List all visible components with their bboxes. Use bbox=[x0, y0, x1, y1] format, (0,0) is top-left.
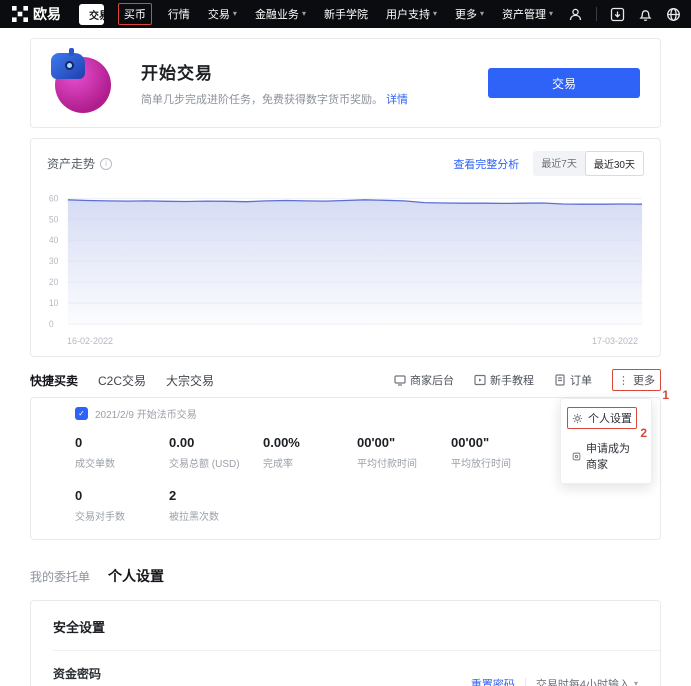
stat-avg-payment-time: 00'00"平均付款时间 bbox=[357, 435, 451, 470]
trade-tabs-row: 快捷买卖 C2C交易 大宗交易 商家后台 新手教程 订单 ⋮ 更多 1 bbox=[30, 369, 661, 391]
user-icon[interactable] bbox=[568, 7, 583, 22]
tab-my-orders[interactable]: 我的委托单 bbox=[30, 568, 90, 585]
svg-text:10: 10 bbox=[49, 298, 59, 308]
badge-icon: ✓ bbox=[75, 407, 88, 420]
info-icon[interactable]: i bbox=[100, 158, 112, 170]
annotation-step-1: 1 bbox=[662, 388, 669, 402]
mascot-illustration bbox=[51, 51, 115, 115]
okx-logo-icon bbox=[12, 6, 28, 22]
divider bbox=[596, 7, 597, 21]
orders-button[interactable]: 订单 bbox=[554, 372, 592, 388]
stat-times-blocked: 2被拉黑次数 bbox=[169, 488, 263, 523]
nav-item-trade[interactable]: 交易▾ bbox=[206, 4, 239, 24]
range-toggle: 最近7天 最近30天 bbox=[533, 151, 644, 176]
gear-icon bbox=[572, 413, 583, 424]
okx-logo[interactable]: 欧易 bbox=[12, 4, 61, 24]
security-settings-card: 安全设置 资金密码 用于法币交易时的安全验证 重置密码 交易时每4小时输入 ▾ bbox=[30, 600, 661, 686]
fiat-trading-since: 2021/2/9 开始法币交易 bbox=[95, 406, 197, 421]
start-trading-subtitle: 简单几步完成进阶任务，免费获得数字货币奖励。 详情 bbox=[141, 91, 408, 107]
start-trading-card: 开始交易 简单几步完成进阶任务，免费获得数字货币奖励。 详情 交易 bbox=[30, 38, 661, 128]
start-trading-title: 开始交易 bbox=[141, 59, 408, 84]
merchant-icon bbox=[572, 451, 581, 462]
nav-item-finance[interactable]: 金融业务▾ bbox=[253, 4, 308, 24]
download-app-icon[interactable] bbox=[610, 7, 625, 22]
tutorial-play-icon bbox=[474, 374, 486, 386]
svg-text:30: 30 bbox=[49, 256, 59, 266]
svg-text:40: 40 bbox=[49, 235, 59, 245]
stat-completed-orders: 0成交单数 bbox=[75, 435, 169, 470]
top-nav: 欧易 交易所 MetaX 买币 行情 交易▾ 金融业务▾ 新手学院 用户支持▾ … bbox=[0, 0, 691, 28]
nav-item-buy-crypto[interactable]: 买币 bbox=[118, 3, 152, 25]
globe-icon[interactable] bbox=[666, 7, 681, 22]
range-7d-button[interactable]: 最近7天 bbox=[533, 151, 585, 176]
settings-section-tabs: 我的委托单 个人设置 bbox=[30, 566, 661, 586]
order-document-icon bbox=[554, 374, 566, 386]
trade-button[interactable]: 交易 bbox=[488, 68, 640, 98]
security-settings-title: 安全设置 bbox=[53, 617, 638, 636]
tab-express-trade[interactable]: 快捷买卖 bbox=[30, 372, 78, 389]
nav-item-academy[interactable]: 新手学院 bbox=[322, 4, 370, 24]
svg-text:60: 60 bbox=[49, 193, 59, 203]
chevron-down-icon: ▾ bbox=[634, 680, 638, 686]
storefront-icon bbox=[394, 374, 406, 386]
svg-text:0: 0 bbox=[49, 319, 54, 329]
exchange-metax-switch: 交易所 MetaX bbox=[79, 4, 104, 25]
brand-name: 欧易 bbox=[33, 4, 61, 24]
password-frequency-select[interactable]: 交易时每4小时输入 ▾ bbox=[536, 676, 638, 686]
tab-personal-settings[interactable]: 个人设置 bbox=[108, 566, 164, 586]
nav-item-assets[interactable]: 资产管理▾ bbox=[500, 4, 555, 24]
menu-item-personal-settings[interactable]: 个人设置 bbox=[569, 406, 643, 430]
fund-password-label: 资金密码 bbox=[53, 665, 173, 682]
beginner-tutorial-button[interactable]: 新手教程 bbox=[474, 372, 534, 388]
more-dropdown-menu: 个人设置 2 申请成为商家 bbox=[560, 398, 652, 484]
annotation-step-2: 2 bbox=[640, 426, 647, 440]
menu-item-apply-merchant[interactable]: 申请成为商家 bbox=[569, 436, 643, 476]
main-content: 开始交易 简单几步完成进阶任务，免费获得数字货币奖励。 详情 交易 资产走势 i… bbox=[0, 38, 691, 686]
nav-item-support[interactable]: 用户支持▾ bbox=[384, 4, 439, 24]
stats-grid: 0成交单数 0.00交易总额 (USD) 0.00%完成率 00'00"平均付款… bbox=[75, 435, 545, 523]
tab-block-trade[interactable]: 大宗交易 bbox=[166, 372, 214, 389]
merchant-stats-card: ✓ 2021/2/9 开始法币交易 0成交单数 0.00交易总额 (USD) 0… bbox=[30, 397, 661, 540]
x-axis-start-label: 16-02-2022 bbox=[67, 336, 113, 346]
tab-c2c-trade[interactable]: C2C交易 bbox=[98, 372, 146, 389]
divider bbox=[525, 678, 526, 686]
more-actions-button[interactable]: ⋮ 更多 1 bbox=[612, 369, 661, 391]
asset-trend-title: 资产走势 bbox=[47, 155, 95, 172]
tab-exchange[interactable]: 交易所 bbox=[79, 4, 104, 25]
merchant-console-button[interactable]: 商家后台 bbox=[394, 372, 454, 388]
x-axis-end-label: 17-03-2022 bbox=[592, 336, 638, 346]
stat-total-volume: 0.00交易总额 (USD) bbox=[169, 435, 263, 470]
nav-item-more[interactable]: 更多▾ bbox=[453, 4, 486, 24]
stat-avg-release-time: 00'00"平均放行时间 bbox=[451, 435, 545, 470]
stat-completion-rate: 0.00%完成率 bbox=[263, 435, 357, 470]
chevron-down-icon: ▾ bbox=[302, 10, 306, 18]
asset-chart-svg: 60 50 40 30 20 10 0 bbox=[47, 182, 644, 334]
divider bbox=[53, 650, 660, 651]
svg-text:50: 50 bbox=[49, 214, 59, 224]
details-link[interactable]: 详情 bbox=[386, 94, 408, 106]
asset-trend-card: 资产走势 i 查看完整分析 最近7天 最近30天 60 50 40 30 20 10 0 1… bbox=[30, 138, 661, 357]
more-dots-icon: ⋮ bbox=[618, 374, 629, 387]
chevron-down-icon: ▾ bbox=[233, 10, 237, 18]
reset-password-link[interactable]: 重置密码 bbox=[471, 676, 515, 686]
chevron-down-icon: ▾ bbox=[480, 10, 484, 18]
stat-counterparties: 0交易对手数 bbox=[75, 488, 169, 523]
chevron-down-icon: ▾ bbox=[549, 10, 553, 18]
full-analysis-link[interactable]: 查看完整分析 bbox=[453, 156, 519, 172]
chevron-down-icon: ▾ bbox=[433, 10, 437, 18]
range-30d-button[interactable]: 最近30天 bbox=[585, 151, 644, 176]
nav-item-markets[interactable]: 行情 bbox=[166, 4, 192, 24]
bell-icon[interactable] bbox=[638, 7, 653, 22]
svg-text:20: 20 bbox=[49, 277, 59, 287]
asset-area-chart: 60 50 40 30 20 10 0 16-02-2022 17-03-2022 bbox=[47, 182, 644, 348]
